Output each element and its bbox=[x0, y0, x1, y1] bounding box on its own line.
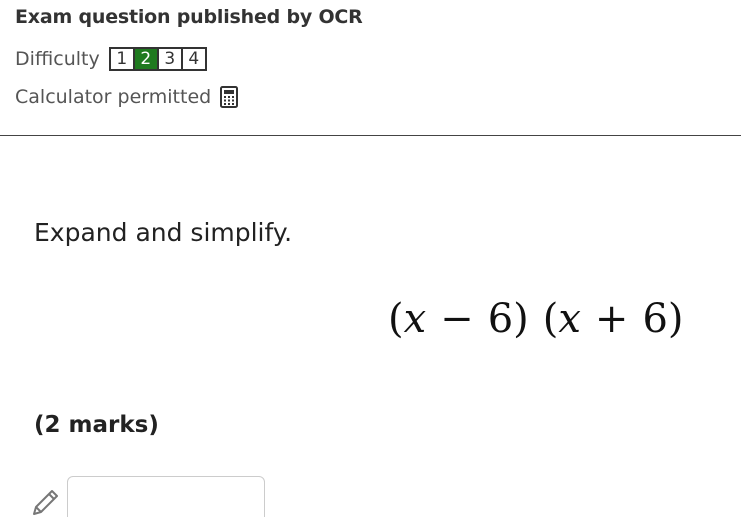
calculator-icon bbox=[220, 86, 239, 108]
page-title: Exam question published by OCR bbox=[15, 6, 363, 28]
open-paren-1: ( bbox=[388, 296, 404, 342]
minus-operator: − bbox=[440, 296, 474, 342]
number-6-2: 6 bbox=[642, 296, 668, 342]
marks-label: (2 marks) bbox=[34, 412, 159, 438]
answer-input[interactable] bbox=[67, 476, 265, 517]
open-paren-2: ( bbox=[542, 296, 559, 342]
math-expression: ( x − 6 ) ( x + 6 ) bbox=[388, 296, 684, 342]
difficulty-level-3: 3 bbox=[159, 49, 183, 69]
variable-x-2: x bbox=[558, 296, 581, 342]
difficulty-level-2: 2 bbox=[134, 49, 159, 69]
difficulty-level-4: 4 bbox=[188, 49, 200, 69]
difficulty-label: Difficulty bbox=[15, 48, 100, 70]
difficulty-scale: 1 2 3 4 bbox=[108, 47, 207, 71]
pencil-icon bbox=[30, 486, 62, 517]
calculator-status: Calculator permitted bbox=[15, 84, 239, 110]
question-page: Exam question published by OCR Difficult… bbox=[0, 0, 741, 517]
difficulty-indicator: Difficulty 1 2 3 4 bbox=[15, 46, 207, 72]
plus-operator: + bbox=[594, 296, 629, 342]
header-divider bbox=[0, 135, 741, 136]
number-6-1: 6 bbox=[487, 296, 514, 342]
question-instruction: Expand and simplify. bbox=[34, 218, 293, 247]
difficulty-level-1: 1 bbox=[111, 49, 135, 69]
close-paren-1: ) bbox=[513, 296, 529, 342]
close-paren-2: ) bbox=[667, 296, 684, 342]
calculator-label: Calculator permitted bbox=[15, 86, 212, 108]
variable-x-1: x bbox=[403, 296, 427, 342]
